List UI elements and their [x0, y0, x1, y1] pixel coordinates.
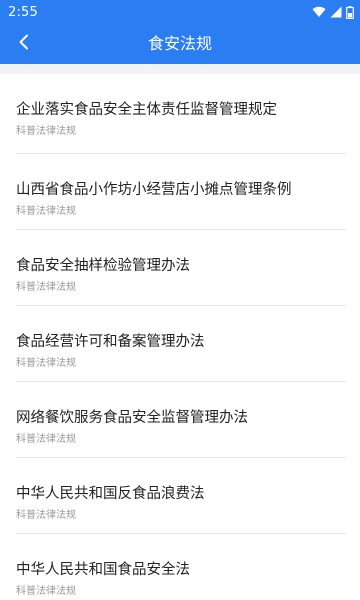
list-item[interactable]: 企业落实食品安全主体责任监督管理规定科普法律法规	[0, 74, 360, 154]
signal-icon	[330, 6, 342, 18]
item-title: 食品经营许可和备案管理办法	[16, 334, 205, 350]
status-time: 2:55	[8, 4, 38, 20]
back-button[interactable]	[8, 28, 40, 60]
item-category: 科普法律法规	[16, 586, 76, 597]
item-category: 科普法律法规	[16, 358, 76, 369]
item-category: 科普法律法规	[16, 434, 76, 445]
wifi-icon	[312, 6, 326, 18]
item-title: 网络餐饮服务食品安全监督管理办法	[16, 410, 248, 426]
item-title: 中华人民共和国反食品浪费法	[16, 486, 205, 502]
list-item[interactable]: 山西省食品小作坊小经营店小摊点管理条例科普法律法规	[0, 154, 360, 230]
item-title: 山西省食品小作坊小经营店小摊点管理条例	[16, 182, 292, 198]
page-title: 食安法规	[147, 34, 212, 53]
item-category: 科普法律法规	[16, 282, 76, 293]
regulation-list: 企业落实食品安全主体责任监督管理规定 科普法律法规 山西省食品小作坊小经营店小摊点管…	[0, 74, 360, 600]
list-item[interactable]: 食品安全抽样检验管理办法科普法律法规	[0, 230, 360, 306]
header-spacer	[0, 64, 360, 74]
list-item[interactable]: 中华人民共和国食品安全法科普法律法规	[0, 534, 360, 600]
chevron-left-icon	[18, 34, 30, 54]
item-title: 食品安全抽样检验管理办法	[16, 258, 190, 274]
item-title: 企业落实食品安全主体责任监督管理规定	[16, 102, 277, 118]
list-item[interactable]: 食品经营许可和备案管理办法科普法律法规	[0, 306, 360, 382]
item-category: 科普法律法规	[16, 510, 76, 521]
battery-icon	[346, 5, 354, 19]
status-icons	[312, 5, 354, 19]
item-category: 科普法律法规	[16, 206, 76, 217]
list-item[interactable]: 网络餐饮服务食品安全监督管理办法科普法律法规	[0, 382, 360, 458]
item-category: 科普法律法规	[16, 126, 76, 137]
app-bar: 食安法规	[0, 24, 360, 64]
status-bar: 2:55	[0, 0, 360, 24]
list-item[interactable]: 中华人民共和国反食品浪费法科普法律法规	[0, 458, 360, 534]
item-title: 中华人民共和国食品安全法	[16, 562, 190, 578]
